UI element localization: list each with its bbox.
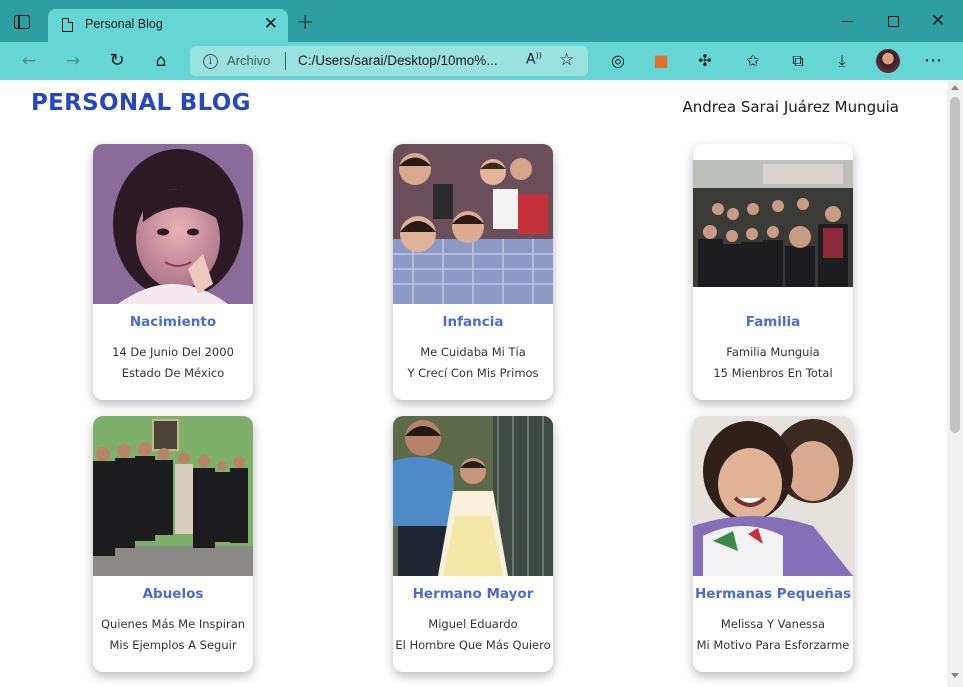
card-title: Familia <box>745 314 801 330</box>
card-text: Melissa Y Vanessa <box>720 617 826 631</box>
card-infancia[interactable]: Infancia Me Cuidaba Mi Tía Y Crecí Con M… <box>393 144 553 400</box>
download-icon[interactable]: ⤓ <box>831 50 853 72</box>
url-separator <box>285 52 286 70</box>
tab-title: Personal Blog <box>85 17 163 31</box>
tab-actions-icon[interactable] <box>14 15 30 29</box>
title-bar: Personal Blog ✕ + ✕ <box>0 0 963 42</box>
url-scheme-label: Archivo <box>227 53 271 68</box>
scroll-up-arrow-icon[interactable] <box>951 85 959 90</box>
card-hermanas-pequenas[interactable]: Hermanas Pequeñas Melissa Y Vanessa Mi M… <box>693 416 853 672</box>
vertical-scrollbar[interactable] <box>947 80 963 687</box>
card-photo <box>693 416 853 576</box>
collections-icon[interactable]: ⧉ <box>787 50 809 72</box>
card-photo <box>93 416 253 576</box>
card-abuelos[interactable]: Abuelos Quienes Más Me Inspiran Mis Ejem… <box>93 416 253 672</box>
web-page: PERSONAL BLOG Andrea Sarai Juárez Mungui… <box>0 80 947 687</box>
forward-arrow-icon[interactable]: → <box>62 50 84 72</box>
card-photo <box>693 144 853 304</box>
extension-lock-icon[interactable]: ■ <box>650 50 672 72</box>
navigation-bar: ← → ↻ ⌂ i Archivo C:/Users/sarai/Desktop… <box>0 42 963 80</box>
card-nacimiento[interactable]: Nacimiento 14 De Junio Del 2000 Estado D… <box>93 144 253 400</box>
minimize-button[interactable] <box>838 10 858 32</box>
extensions-puzzle-icon[interactable]: ✣ <box>694 50 716 72</box>
card-text: Familia Munguia <box>726 345 820 359</box>
tab-personal-blog[interactable]: Personal Blog ✕ <box>48 9 288 42</box>
tab-close-icon[interactable]: ✕ <box>264 14 278 34</box>
card-text: Mis Ejemplos A Seguir <box>109 638 237 652</box>
page-icon <box>62 18 73 32</box>
add-favorite-icon[interactable]: ☆ <box>559 50 574 70</box>
card-text: El Hombre Que Más Quiero <box>395 638 551 652</box>
read-aloud-icon[interactable]: A)) <box>526 51 542 68</box>
address-bar[interactable]: i Archivo C:/Users/sarai/Desktop/10mo%..… <box>190 46 588 76</box>
card-hermano-mayor[interactable]: Hermano Mayor Miguel Eduardo El Hombre Q… <box>393 416 553 672</box>
card-text: Y Crecí Con Mis Primos <box>407 366 539 380</box>
card-title: Nacimiento <box>129 314 217 330</box>
card-familia[interactable]: Familia Familia Munguia 15 Mienbros En T… <box>693 144 853 400</box>
card-text: Me Cuidaba Mi Tía <box>420 345 526 359</box>
card-title: Abuelos <box>142 586 204 602</box>
card-photo <box>393 416 553 576</box>
card-photo <box>393 144 553 304</box>
browser-window: Personal Blog ✕ + ✕ ← → ↻ ⌂ i Archivo C:… <box>0 0 963 687</box>
card-title: Hermanas Pequeñas <box>695 586 851 602</box>
card-text: Miguel Eduardo <box>428 617 518 631</box>
refresh-icon[interactable]: ↻ <box>106 50 128 72</box>
card-text: Mi Motivo Para Esforzarme <box>696 638 850 652</box>
back-arrow-icon[interactable]: ← <box>18 50 40 72</box>
info-icon[interactable]: i <box>203 54 218 69</box>
new-tab-icon[interactable]: + <box>296 10 314 36</box>
card-title: Infancia <box>442 314 504 330</box>
maximize-button[interactable] <box>883 10 903 32</box>
home-icon[interactable]: ⌂ <box>150 50 172 72</box>
extension-icon[interactable]: ◎ <box>607 50 629 72</box>
page-title: PERSONAL BLOG <box>31 90 251 116</box>
card-text: Quienes Más Me Inspiran <box>100 617 246 631</box>
profile-avatar[interactable] <box>876 49 900 73</box>
card-text: 14 De Junio Del 2000 <box>112 345 234 359</box>
card-text: 15 Mienbros En Total <box>713 366 833 380</box>
card-title: Hermano Mayor <box>412 586 534 602</box>
url-text[interactable]: C:/Users/sarai/Desktop/10mo%... <box>298 53 498 68</box>
scroll-down-arrow-icon[interactable] <box>951 673 959 678</box>
scrollbar-thumb[interactable] <box>950 97 960 433</box>
author-name: Andrea Sarai Juárez Munguia <box>682 98 900 116</box>
close-window-button[interactable]: ✕ <box>928 10 948 32</box>
favorites-icon[interactable]: ✩ <box>742 50 764 72</box>
more-options-icon[interactable]: ⋯ <box>922 50 944 72</box>
card-text: Estado De México <box>121 366 225 380</box>
card-photo <box>93 144 253 304</box>
